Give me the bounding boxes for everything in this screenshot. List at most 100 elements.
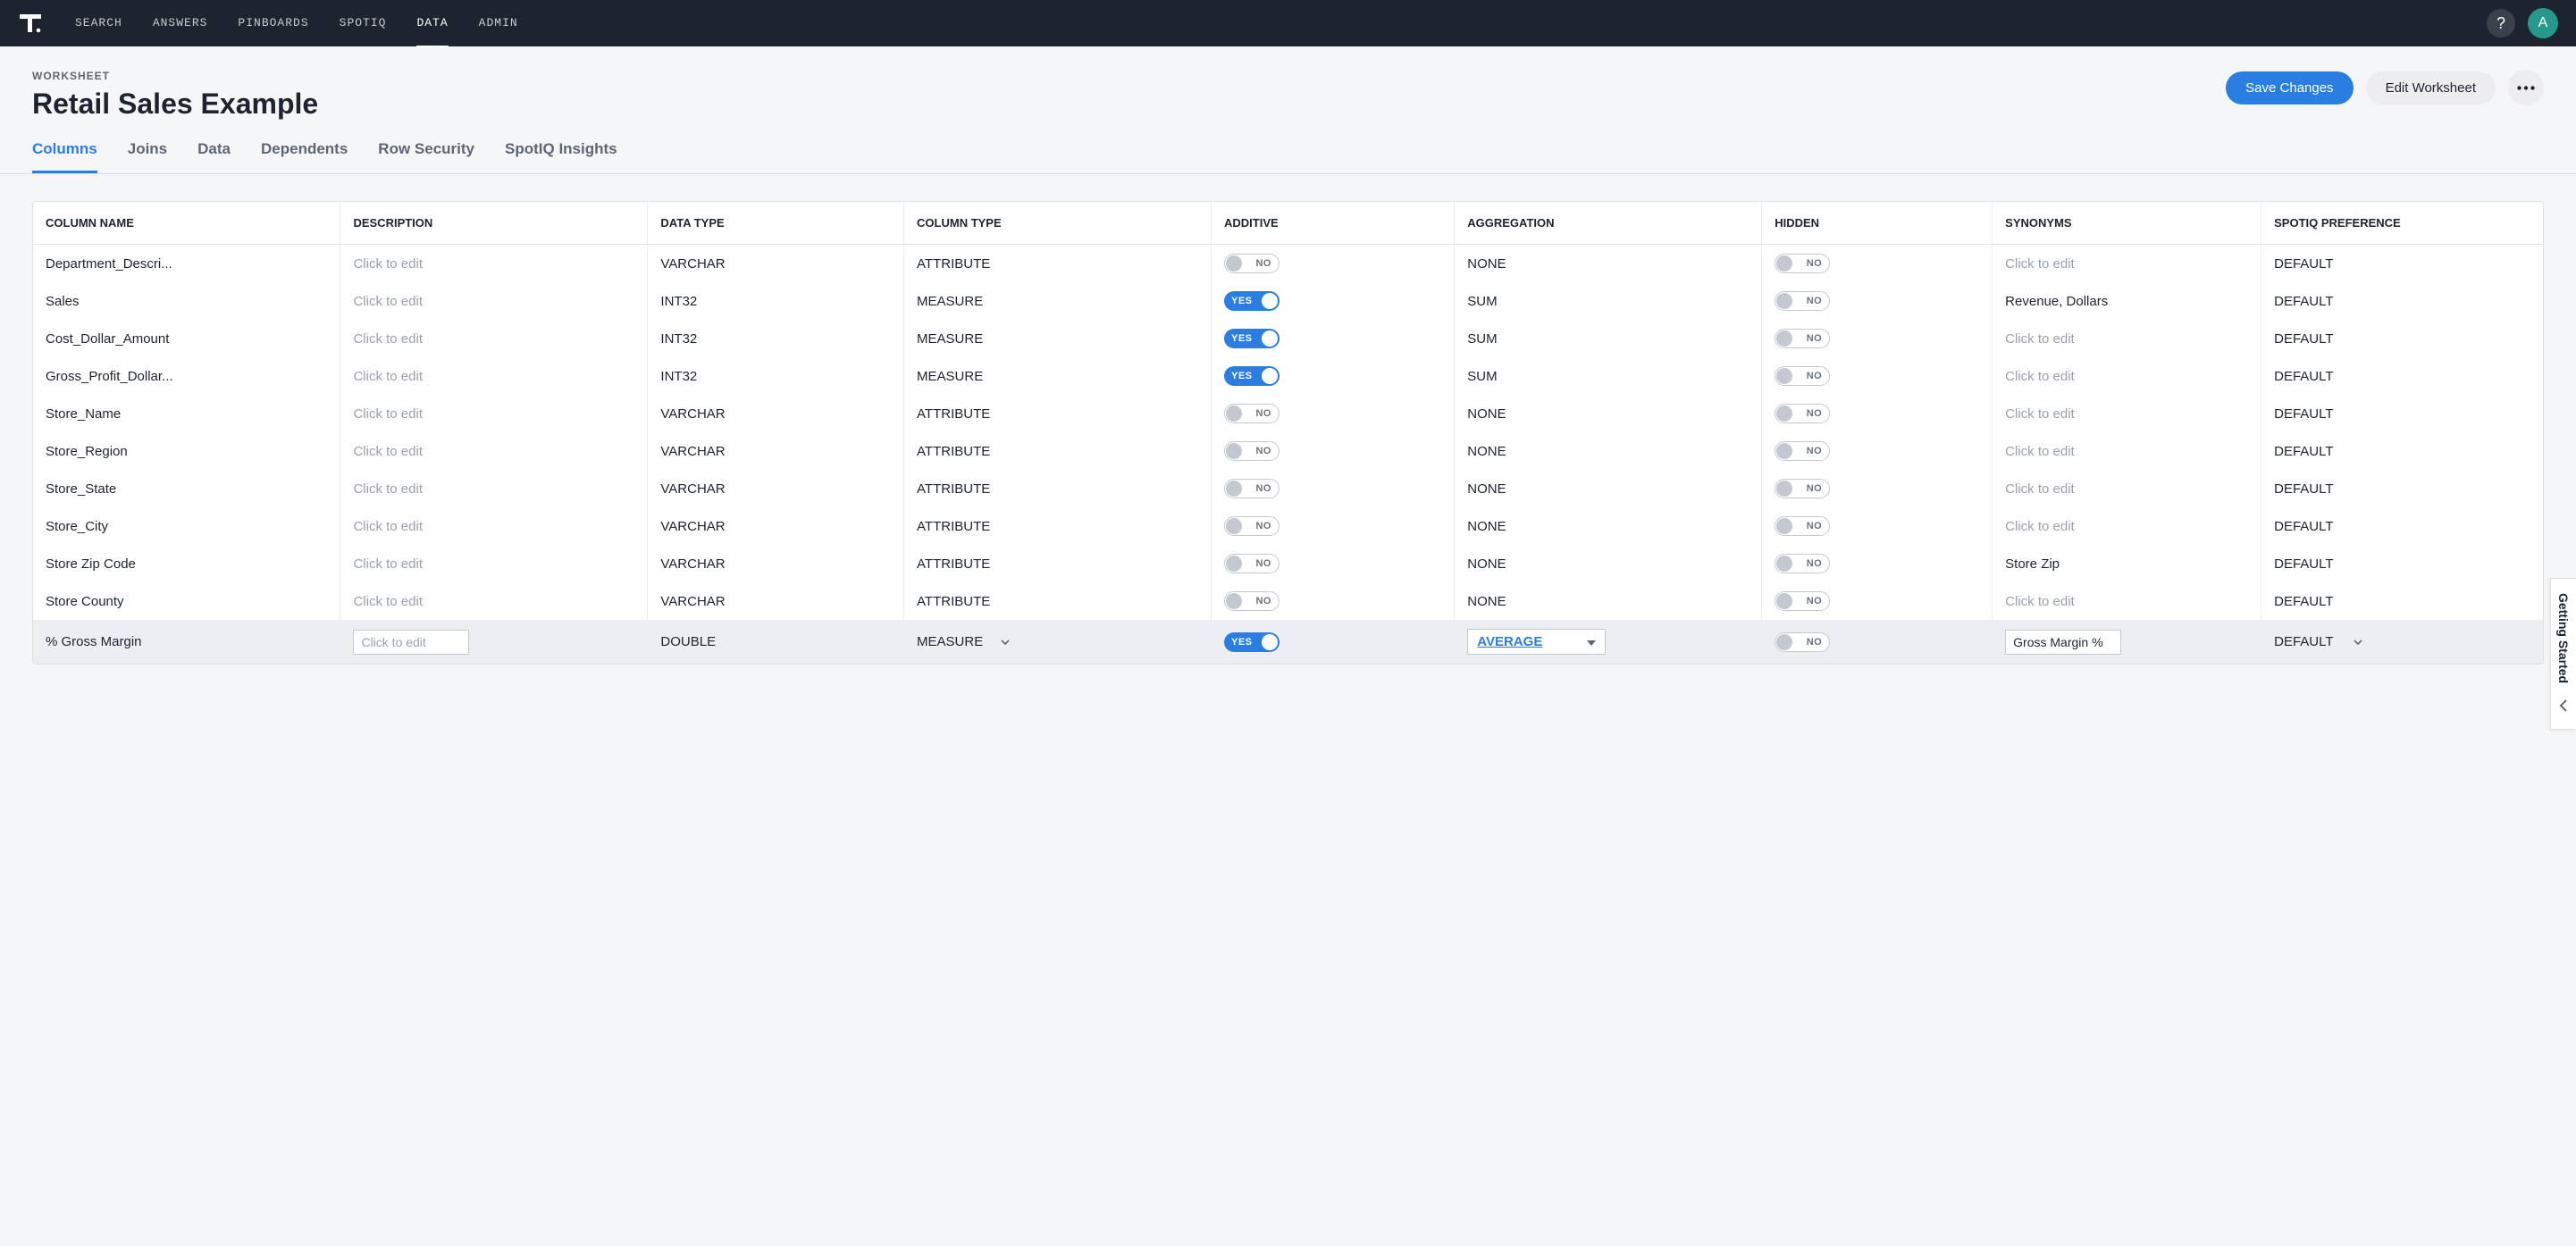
cell-description[interactable]: Click to edit bbox=[340, 620, 648, 664]
table-row[interactable]: % Gross MarginClick to editDOUBLEMEASURE… bbox=[33, 620, 2543, 664]
cell-column-type[interactable]: ATTRIBUTE bbox=[904, 582, 1212, 620]
cell-column-type[interactable]: ATTRIBUTE bbox=[904, 507, 1212, 545]
cell-column-type[interactable]: ATTRIBUTE bbox=[904, 545, 1212, 582]
column-header[interactable]: Hidden bbox=[1762, 202, 1993, 245]
cell-spotiq-preference[interactable]: DEFAULT bbox=[2261, 470, 2543, 507]
column-header[interactable]: SpotIQ Preference bbox=[2261, 202, 2543, 245]
cell-description[interactable]: Click to edit bbox=[340, 470, 648, 507]
cell-column-name[interactable]: Sales bbox=[33, 282, 340, 320]
cell-synonyms[interactable]: Click to edit bbox=[1993, 507, 2261, 545]
cell-column-name[interactable]: Store_State bbox=[33, 470, 340, 507]
help-icon[interactable]: ? bbox=[2487, 9, 2515, 38]
toggle-no[interactable]: NO bbox=[1775, 516, 1830, 536]
cell-aggregation[interactable]: NONE bbox=[1455, 245, 1762, 283]
tab-data[interactable]: Data bbox=[197, 140, 231, 173]
tab-spotiq-insights[interactable]: SpotIQ Insights bbox=[505, 140, 617, 173]
cell-aggregation[interactable]: NONE bbox=[1455, 582, 1762, 620]
cell-spotiq-preference[interactable]: DEFAULT bbox=[2261, 245, 2543, 283]
toggle-no[interactable]: NO bbox=[1224, 516, 1280, 536]
cell-column-name[interactable]: Store_City bbox=[33, 507, 340, 545]
cell-aggregation[interactable]: SUM bbox=[1455, 357, 1762, 395]
cell-spotiq-preference[interactable]: DEFAULT bbox=[2261, 357, 2543, 395]
cell-description[interactable]: Click to edit bbox=[340, 320, 648, 357]
column-header[interactable]: Description bbox=[340, 202, 648, 245]
cell-synonyms[interactable]: Click to edit bbox=[1993, 245, 2261, 283]
cell-synonyms[interactable]: Store Zip bbox=[1993, 545, 2261, 582]
toggle-no[interactable]: NO bbox=[1224, 404, 1280, 423]
save-button[interactable]: Save Changes bbox=[2226, 71, 2353, 105]
cell-column-type[interactable]: MEASURE bbox=[904, 282, 1212, 320]
toggle-no[interactable]: NO bbox=[1775, 366, 1830, 386]
cell-column-name[interactable]: Store Zip Code bbox=[33, 545, 340, 582]
table-row[interactable]: Store_StateClick to editVARCHARATTRIBUTE… bbox=[33, 470, 2543, 507]
cell-description[interactable]: Click to edit bbox=[340, 582, 648, 620]
cell-aggregation[interactable]: NONE bbox=[1455, 507, 1762, 545]
cell-synonyms[interactable]: Gross Margin % bbox=[1993, 620, 2261, 664]
toggle-yes[interactable]: YES bbox=[1224, 291, 1280, 311]
table-row[interactable]: Store_CityClick to editVARCHARATTRIBUTEN… bbox=[33, 507, 2543, 545]
cell-synonyms[interactable]: Click to edit bbox=[1993, 395, 2261, 432]
avatar[interactable]: A bbox=[2528, 8, 2558, 38]
table-row[interactable]: SalesClick to editINT32MEASUREYESSUMNORe… bbox=[33, 282, 2543, 320]
cell-column-type[interactable]: MEASURE bbox=[904, 620, 1212, 664]
table-row[interactable]: Store CountyClick to editVARCHARATTRIBUT… bbox=[33, 582, 2543, 620]
cell-column-type[interactable]: ATTRIBUTE bbox=[904, 395, 1212, 432]
nav-item-data[interactable]: DATA bbox=[416, 0, 448, 47]
cell-spotiq-preference[interactable]: DEFAULT bbox=[2261, 582, 2543, 620]
nav-item-pinboards[interactable]: PINBOARDS bbox=[238, 0, 308, 47]
toggle-no[interactable]: NO bbox=[1224, 254, 1280, 273]
cell-spotiq-preference[interactable]: DEFAULT bbox=[2261, 545, 2543, 582]
cell-column-type[interactable]: MEASURE bbox=[904, 320, 1212, 357]
toggle-no[interactable]: NO bbox=[1775, 254, 1830, 273]
toggle-no[interactable]: NO bbox=[1775, 441, 1830, 461]
column-header[interactable]: Aggregation bbox=[1455, 202, 1762, 245]
more-actions-button[interactable] bbox=[2508, 70, 2544, 105]
table-row[interactable]: Gross_Profit_Dollar...Click to editINT32… bbox=[33, 357, 2543, 395]
cell-aggregation[interactable]: NONE bbox=[1455, 470, 1762, 507]
table-row[interactable]: Store_RegionClick to editVARCHARATTRIBUT… bbox=[33, 432, 2543, 470]
edit-worksheet-button[interactable]: Edit Worksheet bbox=[2366, 71, 2496, 105]
toggle-no[interactable]: NO bbox=[1775, 479, 1830, 498]
cell-description[interactable]: Click to edit bbox=[340, 432, 648, 470]
cell-description[interactable]: Click to edit bbox=[340, 282, 648, 320]
toggle-no[interactable]: NO bbox=[1775, 291, 1830, 311]
toggle-yes[interactable]: YES bbox=[1224, 329, 1280, 348]
nav-item-answers[interactable]: ANSWERS bbox=[153, 0, 208, 47]
table-row[interactable]: Cost_Dollar_AmountClick to editINT32MEAS… bbox=[33, 320, 2543, 357]
column-header[interactable]: Column Type bbox=[904, 202, 1212, 245]
cell-column-type[interactable]: MEASURE bbox=[904, 357, 1212, 395]
column-header[interactable]: Column Name bbox=[33, 202, 340, 245]
cell-description[interactable]: Click to edit bbox=[340, 507, 648, 545]
cell-aggregation[interactable]: NONE bbox=[1455, 432, 1762, 470]
cell-spotiq-preference[interactable]: DEFAULT bbox=[2261, 320, 2543, 357]
cell-column-name[interactable]: Department_Descri... bbox=[33, 245, 340, 283]
cell-spotiq-preference[interactable]: DEFAULT bbox=[2261, 507, 2543, 545]
tab-joins[interactable]: Joins bbox=[128, 140, 167, 173]
cell-description[interactable]: Click to edit bbox=[340, 357, 648, 395]
column-header[interactable]: Data Type bbox=[648, 202, 904, 245]
toggle-no[interactable]: NO bbox=[1224, 591, 1280, 611]
cell-column-name[interactable]: Cost_Dollar_Amount bbox=[33, 320, 340, 357]
cell-column-name[interactable]: Store County bbox=[33, 582, 340, 620]
toggle-no[interactable]: NO bbox=[1775, 554, 1830, 573]
cell-aggregation[interactable]: NONE bbox=[1455, 395, 1762, 432]
cell-description[interactable]: Click to edit bbox=[340, 245, 648, 283]
nav-item-admin[interactable]: ADMIN bbox=[479, 0, 518, 47]
tab-columns[interactable]: Columns bbox=[32, 140, 97, 173]
toggle-no[interactable]: NO bbox=[1224, 479, 1280, 498]
tab-row-security[interactable]: Row Security bbox=[378, 140, 474, 173]
toggle-yes[interactable]: YES bbox=[1224, 632, 1280, 652]
cell-column-name[interactable]: Gross_Profit_Dollar... bbox=[33, 357, 340, 395]
cell-column-type[interactable]: ATTRIBUTE bbox=[904, 432, 1212, 470]
cell-description[interactable]: Click to edit bbox=[340, 545, 648, 582]
cell-aggregation[interactable]: SUM bbox=[1455, 282, 1762, 320]
cell-aggregation[interactable]: SUM bbox=[1455, 320, 1762, 357]
cell-column-type[interactable]: ATTRIBUTE bbox=[904, 470, 1212, 507]
nav-item-spotiq[interactable]: SPOTIQ bbox=[340, 0, 387, 47]
toggle-no[interactable]: NO bbox=[1775, 404, 1830, 423]
toggle-no[interactable]: NO bbox=[1775, 632, 1830, 652]
cell-aggregation[interactable]: AVERAGE bbox=[1455, 620, 1762, 664]
tab-dependents[interactable]: Dependents bbox=[261, 140, 348, 173]
cell-column-type[interactable]: ATTRIBUTE bbox=[904, 245, 1212, 283]
getting-started-tab[interactable]: Getting Started bbox=[2550, 577, 2576, 729]
